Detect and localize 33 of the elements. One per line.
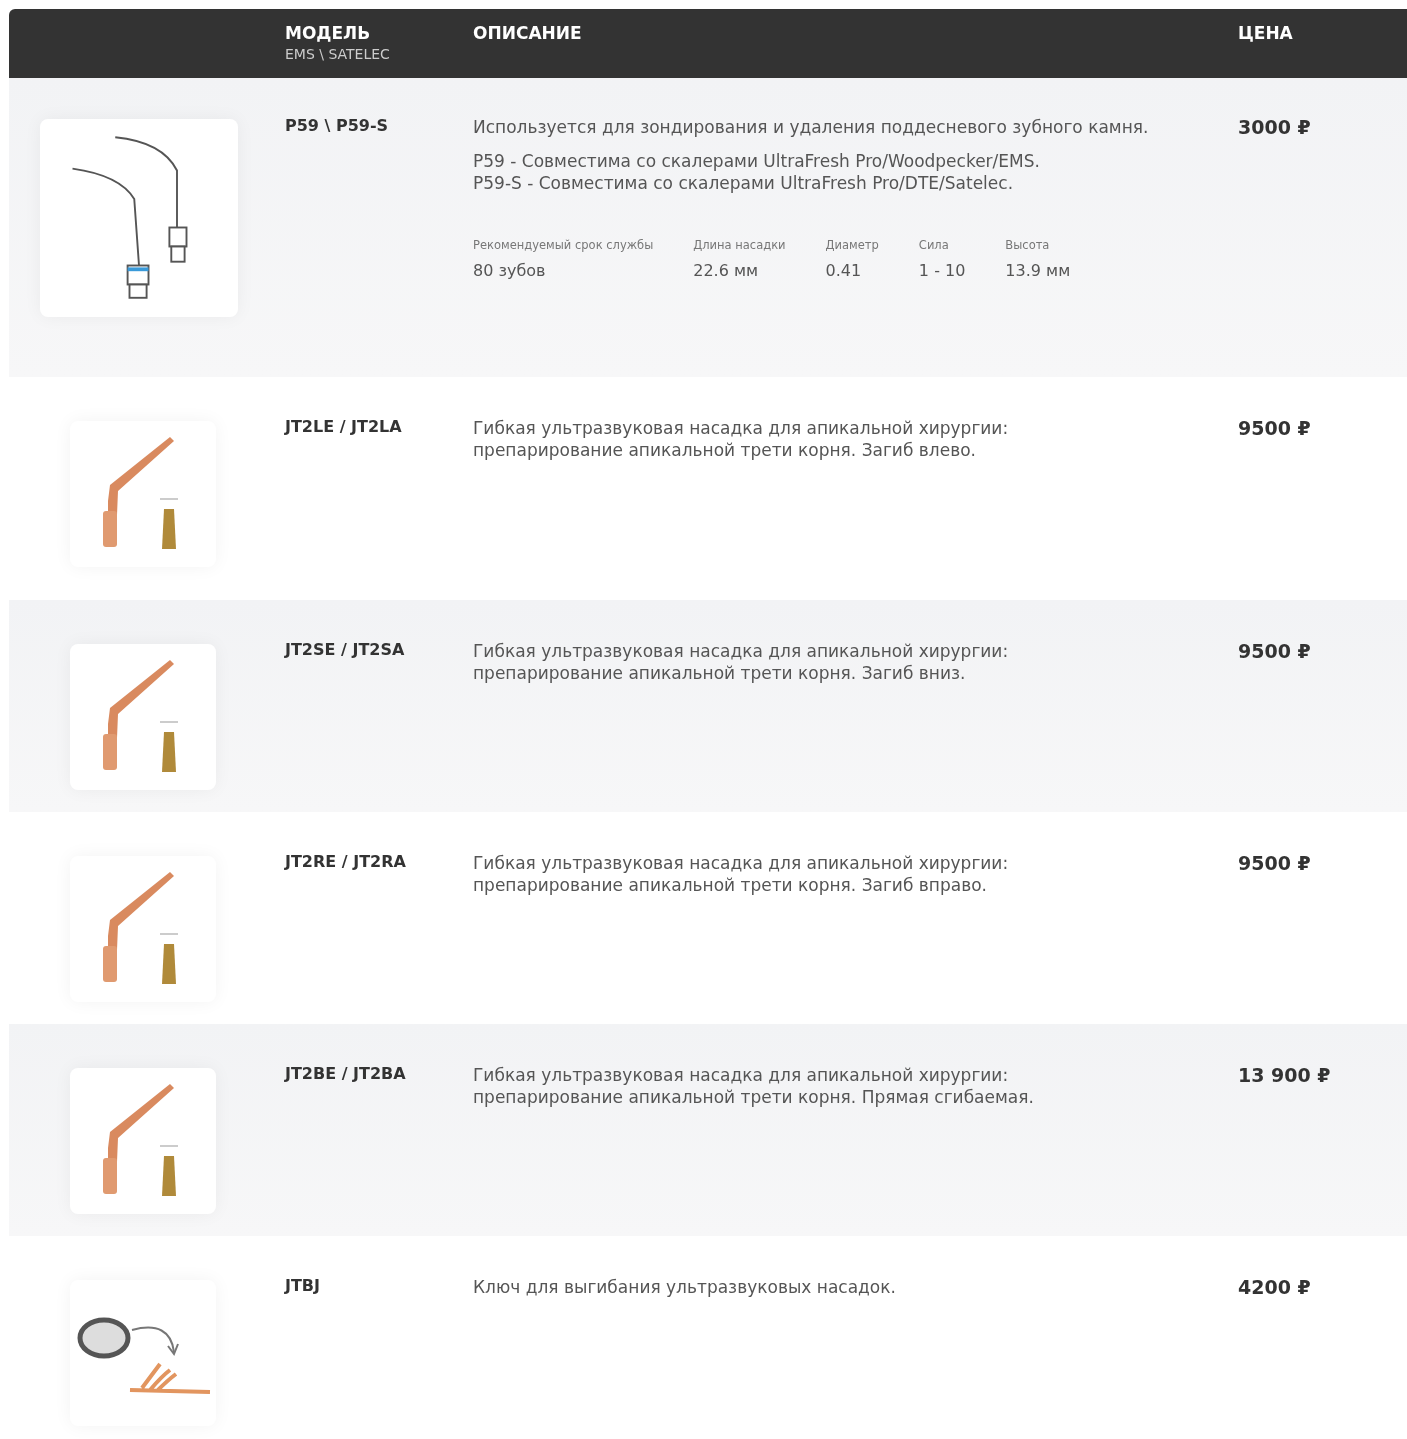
spec-label: Длина насадки	[693, 238, 786, 252]
model-name: JT2LE / JT2LA	[285, 417, 402, 436]
spec-label: Диаметр	[825, 238, 879, 252]
description-text: Гибкая ультразвуковая насадка для апикальной хирургии: препарирование апикальной трети корня. Загиб вправо.	[473, 852, 1010, 896]
spec-value: 0.41	[825, 261, 863, 280]
spec-value: 22.6 мм	[693, 261, 760, 280]
spec-label: Высота	[1005, 238, 1050, 252]
model-name: JT2SE / JT2SA	[285, 640, 405, 659]
spec-value: 80 зубов	[473, 261, 547, 280]
price: 9500 ₽	[1238, 852, 1311, 874]
column-subtitle: EMS \ SATELEC	[285, 46, 391, 62]
model-name: JT2BE / JT2BA	[285, 1064, 406, 1083]
spec-value: 13.9 мм	[1005, 261, 1071, 280]
model-name: P59 \ P59-S	[285, 116, 389, 135]
description-text: Используется для зондирования и удаления поддесневого зубного камня.	[473, 116, 1150, 138]
price: 3000 ₽	[1238, 116, 1311, 138]
price: 13 900 ₽	[1238, 1064, 1331, 1086]
price: 9500 ₽	[1238, 640, 1311, 662]
description-text: Гибкая ультразвуковая насадка для апикальной хирургии: препарирование апикальной трети корня. Прямая сгибаемая.	[473, 1064, 1035, 1108]
spec-value: 1 - 10	[918, 261, 966, 280]
model-name: JTBJ	[285, 1276, 320, 1295]
price: 9500 ₽	[1238, 417, 1311, 439]
spec-label: Рекомендуемый срок службы	[473, 238, 654, 252]
model-name: JT2RE / JT2RA	[285, 852, 406, 871]
spec-label: Сила	[918, 238, 949, 252]
column-header: МОДЕЛЬ	[285, 23, 371, 43]
description-text: Гибкая ультразвуковая насадка для апикальной хирургии: препарирование апикальной трети корня. Загиб влево.	[473, 417, 1010, 461]
description-text: Гибкая ультразвуковая насадка для апикальной хирургии: препарирование апикальной трети корня. Загиб вниз.	[473, 640, 1010, 684]
column-header: ЦЕНА	[1238, 23, 1293, 43]
description-text: P59 - Совместима со скалерами UltraFresh Pro/Woodpecker/EMS. P59-S - Совместима со скалерами UltraFresh Pro/DTE/Satelec.	[473, 150, 1041, 194]
description-text: Ключ для выгибания ультразвуковых насадок.	[473, 1276, 897, 1298]
price: 4200 ₽	[1238, 1276, 1311, 1298]
column-header: ОПИСАНИЕ	[473, 23, 582, 43]
